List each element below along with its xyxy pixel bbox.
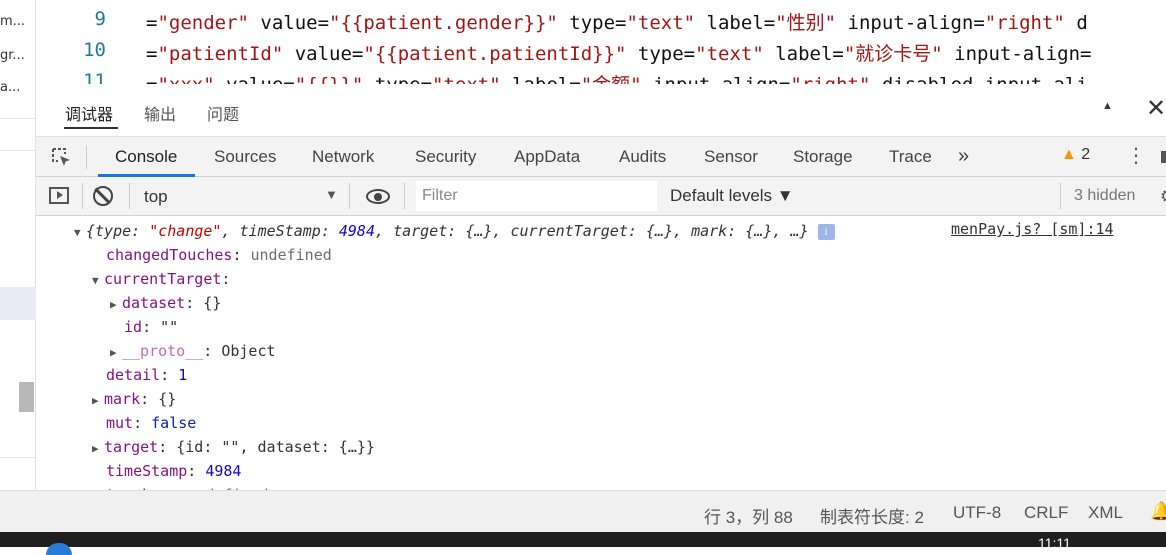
tab-security[interactable]: Security <box>415 147 476 167</box>
filter-input[interactable] <box>416 181 657 211</box>
taskbar: 11:11 <box>0 532 1166 555</box>
devtools-tab-bar: Console Sources Network Security AppData… <box>36 137 1166 177</box>
property-row: id: "" <box>124 318 179 336</box>
property-row[interactable]: ▶ dataset: {} <box>110 292 221 314</box>
line-ending[interactable]: CRLF <box>1024 503 1068 523</box>
maximize-panel-icon[interactable]: ▲ <box>1102 100 1113 112</box>
collapse-triangle-icon[interactable]: ▼ <box>92 270 104 292</box>
property-row[interactable]: ▶ mark: {} <box>92 388 176 410</box>
code-text: ="gender" value="{{patient.gender}}" typ… <box>146 12 1088 34</box>
divider <box>0 457 36 458</box>
chevron-down-icon[interactable]: ▼ <box>325 187 338 202</box>
property-row: detail: 1 <box>106 366 188 384</box>
line-number: 9 <box>94 8 106 30</box>
sidebar-item[interactable]: m... <box>0 14 34 29</box>
close-icon[interactable]: ✕ <box>1146 94 1166 123</box>
hidden-count: 3 hidden <box>1074 187 1136 204</box>
cursor-position[interactable]: 行 3，列 88 <box>704 503 793 528</box>
tab-network[interactable]: Network <box>312 147 374 167</box>
show-sidebar-icon[interactable] <box>49 187 69 204</box>
divider <box>1060 183 1061 209</box>
line-number: 10 <box>83 39 106 61</box>
expand-triangle-icon[interactable]: ▶ <box>110 294 122 316</box>
encoding[interactable]: UTF-8 <box>953 503 1001 523</box>
expand-triangle-icon[interactable]: ▶ <box>110 342 122 364</box>
active-tab-indicator <box>64 127 118 129</box>
inspect-element-icon[interactable] <box>50 146 72 168</box>
tab-output[interactable]: 输出 <box>144 101 176 125</box>
line-number: 11 <box>83 70 106 84</box>
sidebar-item[interactable]: a... <box>0 80 34 95</box>
info-icon[interactable]: i <box>817 223 835 240</box>
sidebar-item[interactable]: gr... <box>0 48 34 63</box>
object-summary[interactable]: ▼ {type: "change", timeStamp: 4984, targe… <box>74 220 835 242</box>
tab-audits[interactable]: Audits <box>619 147 666 167</box>
status-bar: 行 3，列 88 制表符长度: 2 UTF-8 CRLF XML 🔔 <box>0 490 1166 532</box>
warnings-counter[interactable]: ▲ 2 <box>1061 146 1090 164</box>
code-text: ="patientId" value="{{patient.patientId}… <box>146 43 1092 65</box>
divider <box>86 145 87 169</box>
divider <box>129 183 130 209</box>
property-row[interactable]: ▶ __proto__: Object <box>110 340 276 362</box>
console-output[interactable]: ▼ {type: "change", timeStamp: 4984, targe… <box>36 216 1166 490</box>
sidebar-selected-item[interactable] <box>0 287 36 320</box>
tab-trace[interactable]: Trace <box>889 147 932 167</box>
tab-storage[interactable]: Storage <box>793 147 853 167</box>
tab-appdata[interactable]: AppData <box>514 147 580 167</box>
tab-debugger[interactable]: 调试器 <box>65 101 113 125</box>
scrollbar-thumb[interactable] <box>19 382 34 412</box>
console-toolbar: top ▼ Default levels ▼ 3 hidden ⚙ <box>36 177 1166 216</box>
clock: 11:11 <box>1038 535 1071 551</box>
tab-problems[interactable]: 问题 <box>207 101 239 125</box>
clear-console-icon[interactable] <box>93 186 113 206</box>
eye-icon[interactable] <box>366 189 390 204</box>
property-row[interactable]: ▶ target: {id: "", dataset: {…}} <box>92 436 375 458</box>
code-text: ="xxx" value="{{}}" type="text" label="金… <box>146 70 1088 84</box>
collapse-triangle-icon[interactable]: ▼ <box>74 222 86 244</box>
dock-icon[interactable] <box>1161 151 1166 163</box>
tab-sensor[interactable]: Sensor <box>704 147 758 167</box>
expand-triangle-icon[interactable]: ▶ <box>92 390 104 412</box>
bell-icon[interactable]: 🔔 <box>1150 501 1166 522</box>
source-link[interactable]: menPay.js? [sm]:14 <box>951 220 1114 238</box>
warning-count: 2 <box>1081 146 1091 163</box>
more-options-icon[interactable]: ⋮ <box>1126 143 1146 168</box>
tab-sources[interactable]: Sources <box>214 147 276 167</box>
gear-icon[interactable]: ⚙ <box>1160 187 1166 207</box>
tab-console[interactable]: Console <box>115 147 177 167</box>
expand-triangle-icon[interactable]: ▶ <box>92 438 104 460</box>
warning-icon: ▲ <box>1061 146 1077 163</box>
language-mode[interactable]: XML <box>1088 503 1123 523</box>
divider <box>0 150 36 151</box>
divider <box>404 183 405 209</box>
divider <box>0 118 36 119</box>
more-tabs-icon[interactable]: » <box>958 145 969 168</box>
panel-tab-bar: 调试器 输出 问题 ▲ ✕ <box>36 84 1166 137</box>
property-row[interactable]: ▼ currentTarget: <box>92 268 230 290</box>
tab-size[interactable]: 制表符长度: 2 <box>820 503 924 528</box>
context-select[interactable]: top <box>144 187 168 207</box>
property-row: timeStamp: 4984 <box>106 462 242 480</box>
property-row: changedTouches: undefined <box>106 246 332 264</box>
divider <box>349 183 350 209</box>
left-sidebar: m... gr... a... <box>0 0 36 490</box>
property-row: mut: false <box>106 414 197 432</box>
code-editor[interactable]: 9 ="gender" value="{{patient.gender}}" t… <box>36 0 1166 84</box>
divider <box>82 183 83 209</box>
log-levels-dropdown[interactable]: Default levels ▼ <box>670 186 794 206</box>
start-icon[interactable] <box>46 543 72 555</box>
